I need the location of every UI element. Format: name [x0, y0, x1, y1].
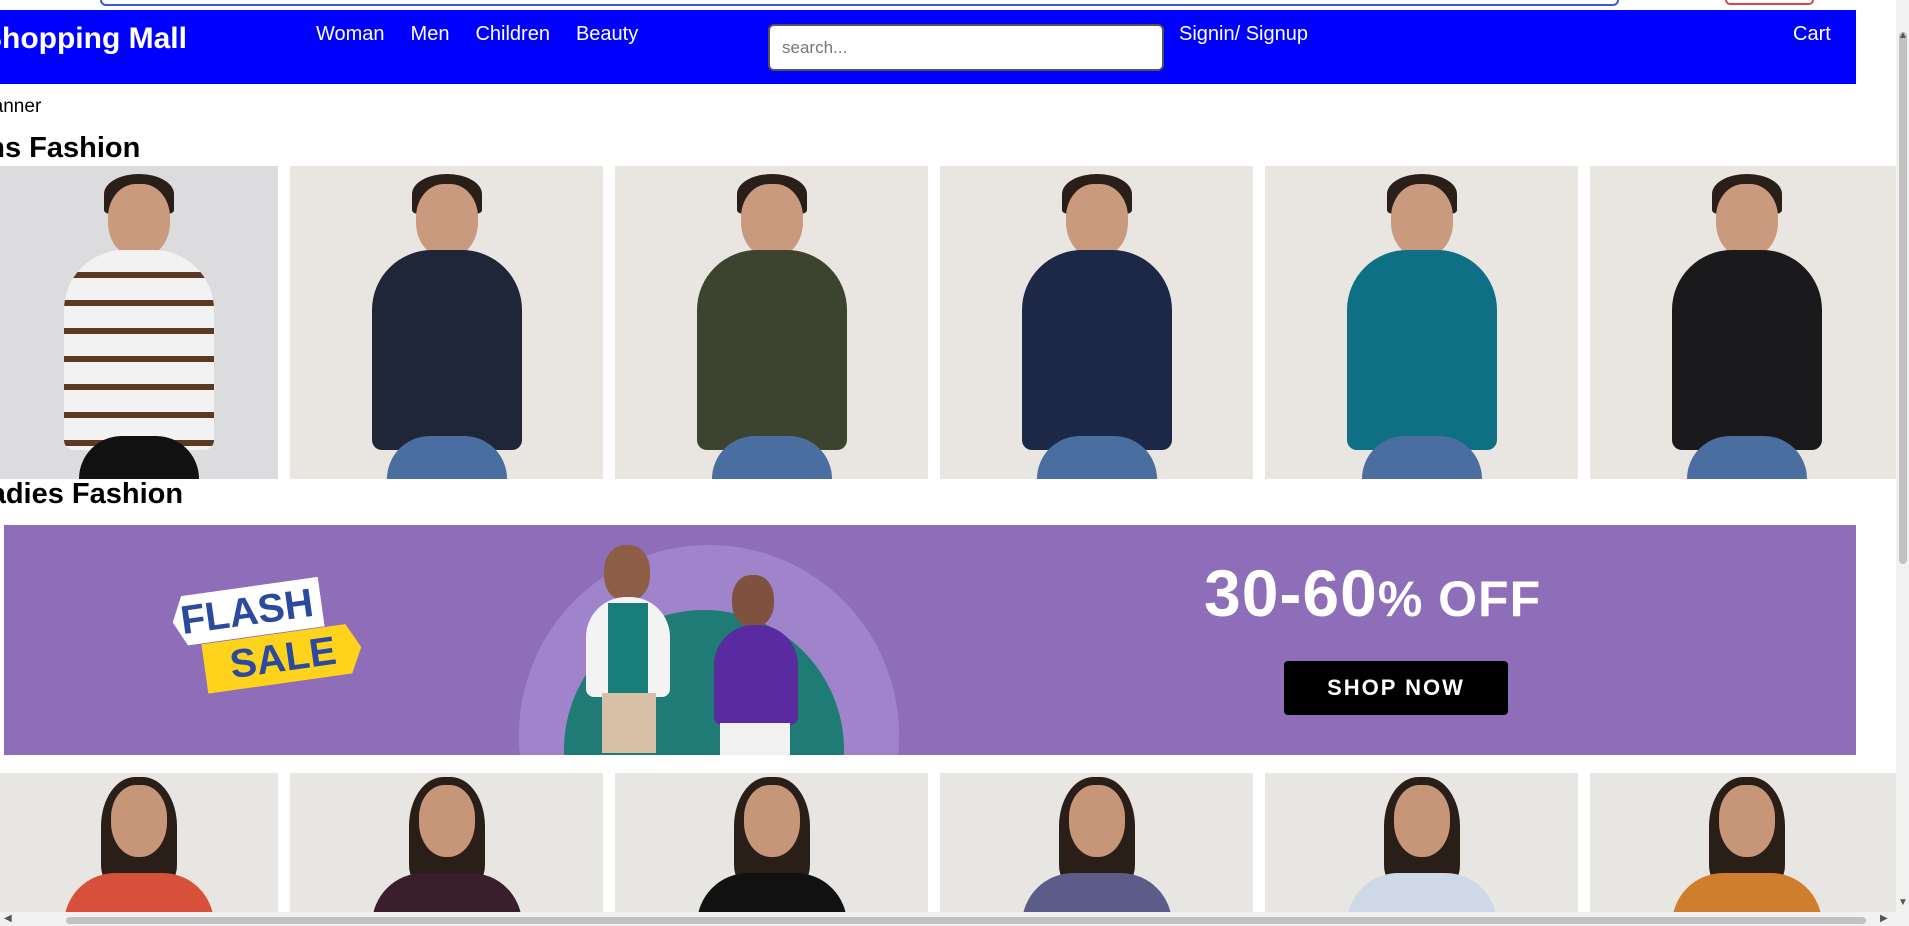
mens-product-card[interactable]: [615, 166, 928, 479]
product-top: [696, 873, 847, 913]
scroll-up-arrow-icon[interactable]: ▲: [1898, 30, 1908, 41]
model-head: [415, 184, 478, 258]
product-shirt: [371, 250, 522, 450]
mens-product-card[interactable]: [290, 166, 603, 479]
mens-product-card[interactable]: [0, 166, 278, 479]
product-shirt: [1021, 250, 1172, 450]
discount-text: 30-60% OFF: [1204, 556, 1542, 630]
model-head: [1715, 184, 1778, 258]
ladies-section-title: Ladies Fashion: [0, 478, 184, 510]
signin-signup-link[interactable]: Signin/ Signup: [1179, 23, 1308, 46]
ladies-product-card[interactable]: [940, 773, 1253, 913]
product-top: [1021, 873, 1172, 913]
nav-link-woman[interactable]: Woman: [316, 23, 385, 46]
product-shirt: [64, 250, 214, 450]
ladies-product-card[interactable]: [0, 773, 278, 913]
browser-top-border: [100, 0, 1619, 6]
ladies-product-card[interactable]: [615, 773, 928, 913]
flash-sale-banner[interactable]: FLASH SALE 30-60% OFF SHOP NOW: [4, 525, 1856, 755]
model-head: [1393, 785, 1450, 857]
ladies-product-row: [0, 773, 1909, 913]
navbar: Shopping Mall Woman Men Children Beauty …: [0, 10, 1856, 84]
cart-link[interactable]: Cart: [1793, 23, 1831, 46]
model-head: [111, 785, 167, 857]
model-image: [564, 545, 694, 755]
mens-product-card[interactable]: [1590, 166, 1903, 479]
product-shirt: [1671, 250, 1822, 450]
model-head: [740, 184, 803, 258]
horizontal-scrollbar-thumb[interactable]: [66, 917, 1866, 924]
product-shirt: [1346, 250, 1497, 450]
model-head: [108, 184, 170, 258]
scroll-right-arrow-icon[interactable]: ▶: [1880, 913, 1888, 924]
model-head: [1390, 184, 1453, 258]
model-image-2: [694, 575, 814, 755]
mens-section-title: Mens Fashion: [0, 132, 141, 164]
product-shirt: [696, 250, 847, 450]
ladies-product-card[interactable]: [290, 773, 603, 913]
ladies-product-card[interactable]: [1590, 773, 1903, 913]
mens-product-card[interactable]: [940, 166, 1253, 479]
scroll-down-arrow-icon[interactable]: ▼: [1898, 897, 1908, 908]
mens-product-row: [0, 166, 1909, 479]
search-input[interactable]: [768, 24, 1164, 71]
shop-now-button[interactable]: SHOP NOW: [1284, 661, 1508, 715]
nav-link-children[interactable]: Children: [475, 23, 549, 46]
model-head: [1068, 785, 1125, 857]
browser-top-border-right: [1725, 0, 1814, 5]
product-top: [1346, 873, 1497, 913]
nav-links: Woman Men Children Beauty: [316, 23, 638, 46]
banner-label: Banner: [0, 96, 42, 117]
model-head: [1065, 184, 1128, 258]
nav-link-beauty[interactable]: Beauty: [576, 23, 638, 46]
model-head: [418, 785, 475, 857]
scroll-left-arrow-icon[interactable]: ◀: [4, 913, 12, 924]
model-head: [1718, 785, 1775, 857]
mens-product-card[interactable]: [1265, 166, 1578, 479]
product-top: [371, 873, 522, 913]
product-top: [1671, 873, 1822, 913]
nav-link-men[interactable]: Men: [411, 23, 450, 46]
product-top: [64, 873, 214, 913]
model-head: [743, 785, 800, 857]
brand-logo[interactable]: Shopping Mall: [0, 22, 260, 56]
vertical-scrollbar-thumb[interactable]: [1899, 32, 1907, 564]
ladies-product-card[interactable]: [1265, 773, 1578, 913]
